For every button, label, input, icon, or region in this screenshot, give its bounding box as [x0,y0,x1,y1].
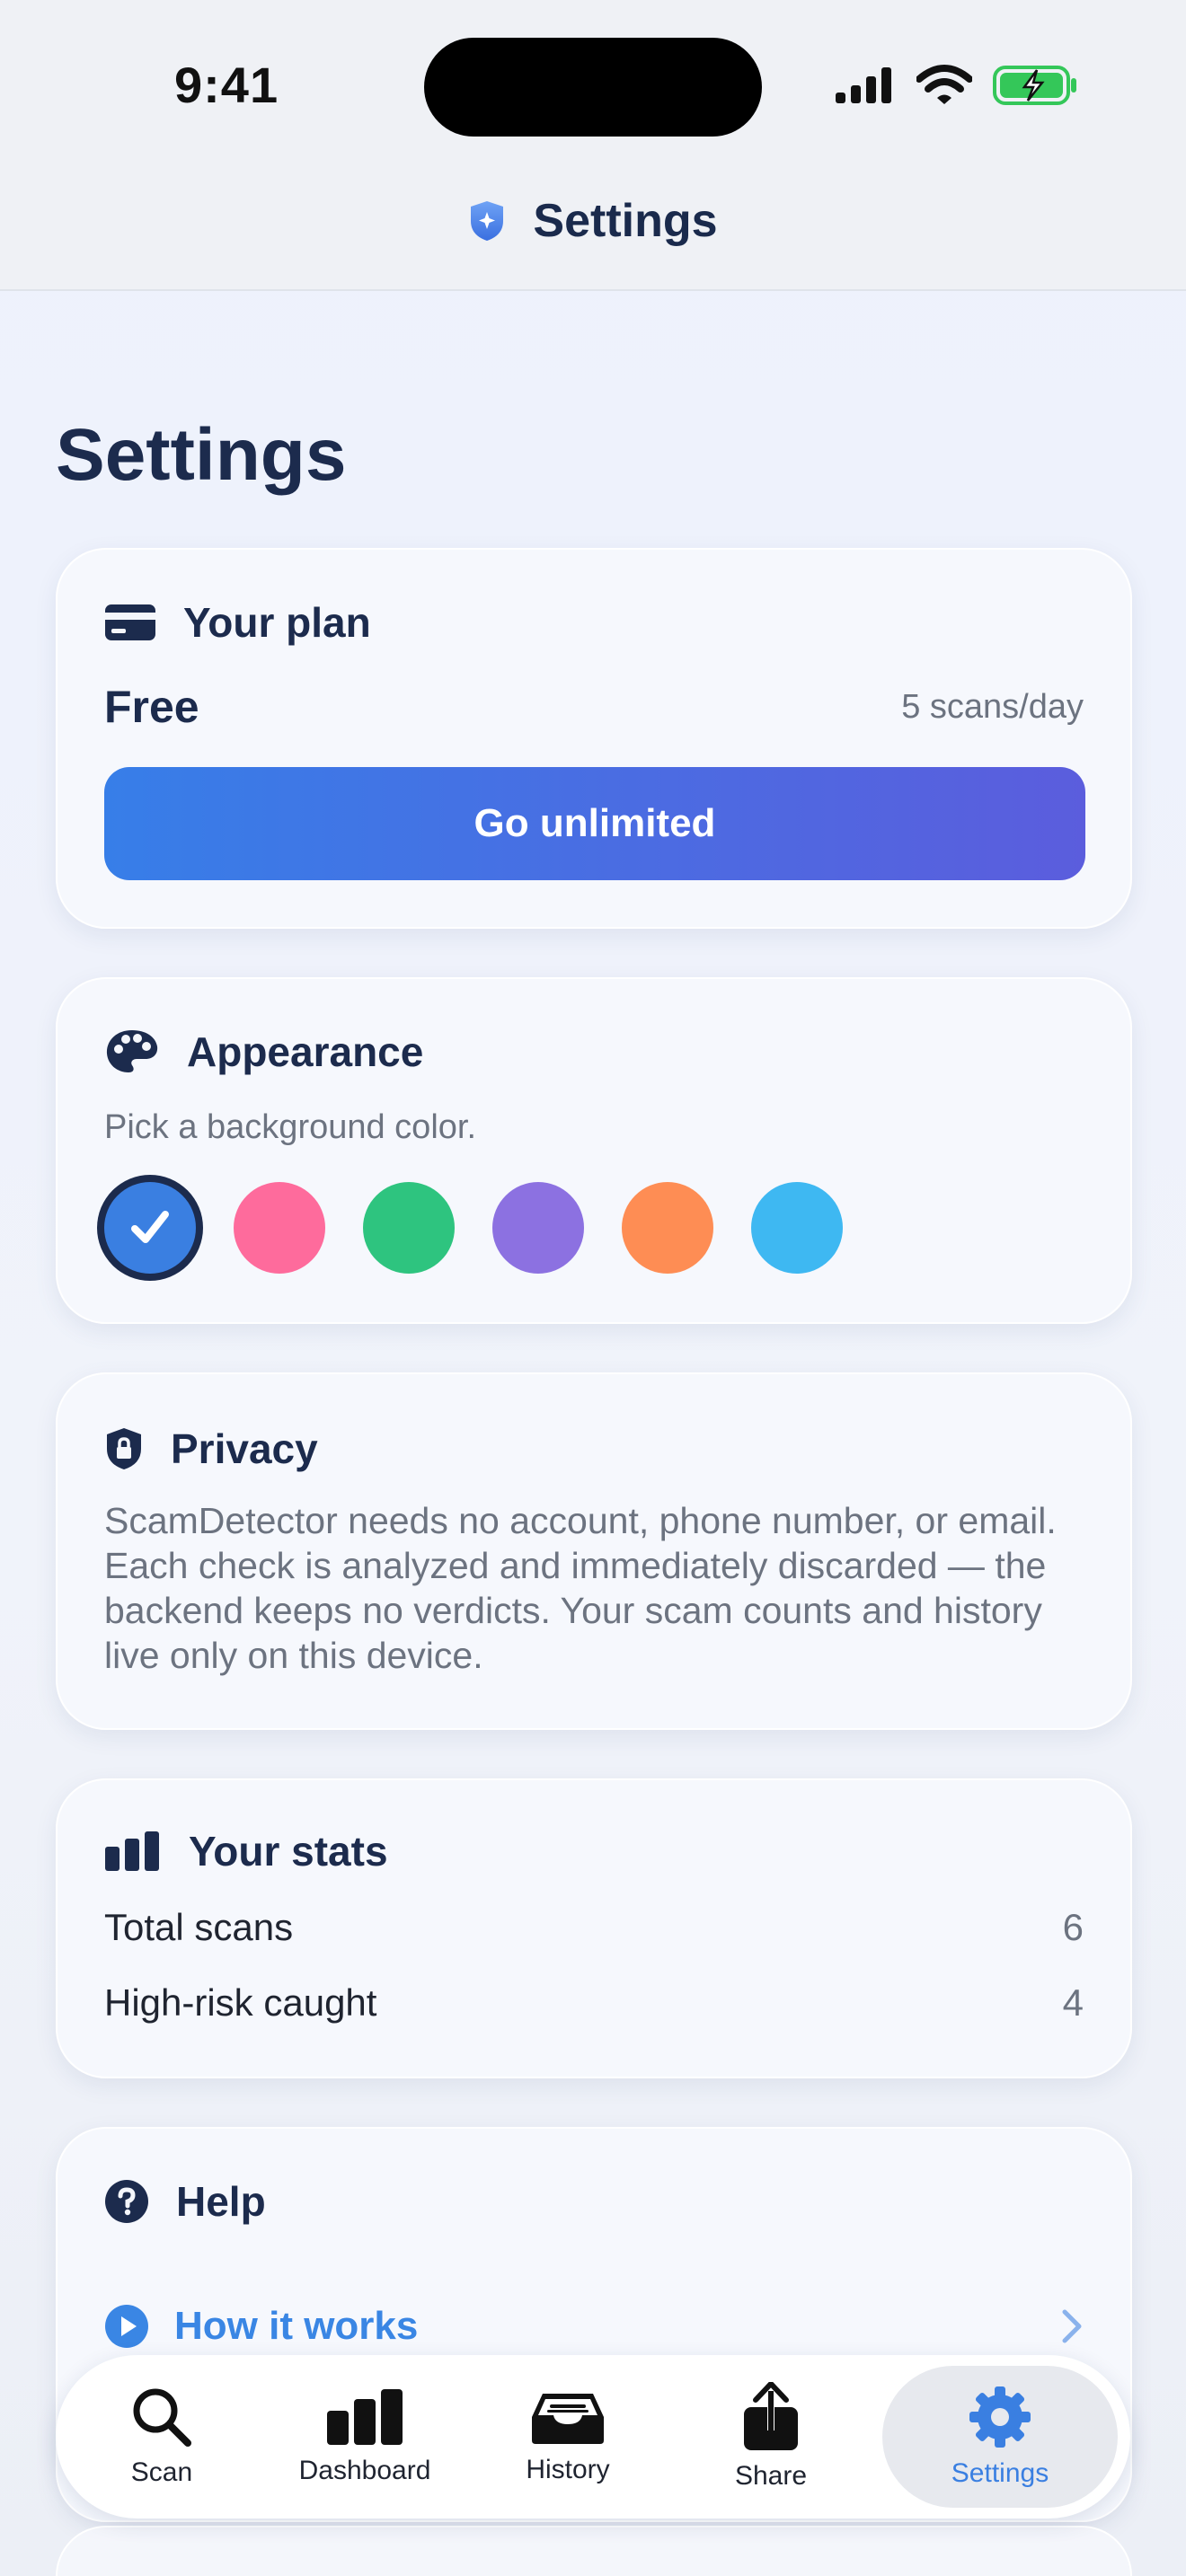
next-card-peek [56,2526,1132,2576]
bar-chart-icon [325,2387,404,2447]
tab-label: Settings [951,2458,1049,2488]
go-unlimited-button[interactable]: Go unlimited [104,767,1085,880]
status-bar: 9:41 [0,0,1186,153]
shield-lock-icon [104,1426,144,1471]
plan-name: Free [104,682,199,732]
status-icons [834,65,1078,106]
play-circle-icon [104,2304,149,2349]
appearance-card-title: Appearance [187,1028,424,1075]
share-icon [741,2382,801,2452]
stat-value: 6 [1062,1906,1084,1948]
stats-card-title: Your stats [189,1828,388,1875]
shield-sparkle-icon [468,199,506,243]
tray-icon [530,2388,606,2446]
dynamic-island [424,38,762,137]
privacy-body: ScamDetector needs no account, phone num… [104,1500,1057,1676]
tab-share[interactable]: Share [665,2366,877,2508]
bar-chart-icon [104,1831,162,1872]
chevron-right-icon [1060,2308,1084,2344]
wifi-icon [916,65,972,106]
page-title: Settings [56,414,347,496]
appearance-subtitle: Pick a background color. [104,1108,477,1146]
color-swatch-sky[interactable] [751,1182,843,1274]
how-it-works-link[interactable]: How it works [104,2290,1084,2362]
checkmark-icon [131,1211,169,1243]
palette-icon [104,1028,160,1076]
color-swatch-pink[interactable] [234,1182,325,1274]
appearance-card: Appearance Pick a background color. [56,977,1132,1324]
how-it-works-label: How it works [174,2304,419,2348]
privacy-card-title: Privacy [171,1425,318,1472]
color-swatch-green[interactable] [363,1182,455,1274]
credit-card-icon [104,604,156,641]
privacy-card: Privacy ScamDetector needs no account, p… [56,1372,1132,1730]
settings-screen: 9:41 Settings Settings Your plan Free 5 … [0,0,1186,2576]
status-time: 9:41 [174,57,279,113]
tab-history[interactable]: History [462,2366,674,2508]
tab-bar: Scan Dashboard History Share Settings [56,2355,1130,2519]
tab-dashboard[interactable]: Dashboard [259,2366,471,2508]
nav-title: Settings [533,195,718,247]
privacy-card-header: Privacy [104,1425,318,1473]
appearance-card-header: Appearance [104,1028,423,1076]
color-swatches [104,1182,843,1274]
tab-label: Dashboard [298,2456,431,2485]
color-swatch-blue[interactable] [104,1182,196,1274]
stats-card-header: Your stats [104,1827,388,1875]
stat-row-high-risk: High-risk caught 4 [104,1981,1084,2025]
plan-card: Your plan Free 5 scans/day Go unlimited [56,548,1132,929]
tab-label: History [526,2455,610,2484]
tab-label: Share [734,2461,808,2491]
nav-header: Settings [0,153,1186,291]
gear-icon [968,2385,1032,2449]
help-card-header: Help [104,2177,266,2226]
magnifier-icon [130,2386,193,2448]
stat-label: High-risk caught [104,1981,377,2024]
tab-scan[interactable]: Scan [56,2366,268,2508]
plan-card-title: Your plan [183,599,371,646]
plan-card-header: Your plan [104,598,371,647]
tab-label: Scan [130,2457,193,2487]
battery-charging-icon [992,65,1078,106]
stat-row-total-scans: Total scans 6 [104,1906,1084,1949]
stat-value: 4 [1062,1981,1084,2024]
plan-quota: 5 scans/day [901,688,1084,726]
color-swatch-purple[interactable] [492,1182,584,1274]
help-card-title: Help [176,2178,266,2225]
stats-card: Your stats Total scans 6 High-risk caugh… [56,1778,1132,2078]
stat-label: Total scans [104,1906,294,1948]
color-swatch-orange[interactable] [622,1182,713,1274]
question-circle-icon [104,2179,149,2224]
tab-settings[interactable]: Settings [882,2366,1118,2508]
cellular-signal-icon [834,66,897,105]
